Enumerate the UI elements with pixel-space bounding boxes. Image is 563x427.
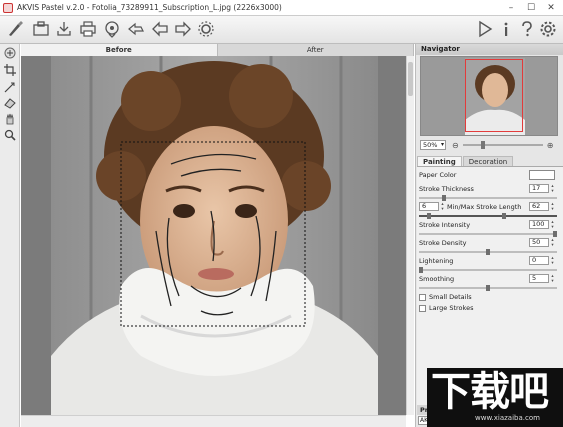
max-stroke-length-input[interactable]: 62 bbox=[529, 202, 556, 212]
small-details-label: Small Details bbox=[429, 293, 472, 301]
zoom-in-icon[interactable]: ⊕ bbox=[547, 141, 554, 150]
tab-painting[interactable]: Painting bbox=[417, 156, 462, 166]
minimize-button[interactable]: – bbox=[501, 0, 521, 16]
stroke-direction-icon[interactable] bbox=[4, 81, 16, 93]
stroke-intensity-input[interactable]: 100 bbox=[529, 220, 556, 230]
large-strokes-checkbox[interactable]: Large Strokes bbox=[419, 304, 473, 312]
lightening-input[interactable]: 0 bbox=[529, 256, 556, 266]
navigator-header: Navigator bbox=[416, 44, 563, 55]
zoom-slider-knob[interactable] bbox=[480, 141, 485, 149]
maximize-button[interactable]: ☐ bbox=[521, 0, 541, 16]
pan-icon[interactable] bbox=[4, 113, 16, 125]
settings-gear-icon[interactable] bbox=[197, 20, 215, 38]
stroke-density-slider[interactable] bbox=[419, 249, 557, 255]
undo-icon[interactable] bbox=[151, 20, 169, 38]
crop-icon[interactable] bbox=[4, 64, 16, 76]
zoom-out-icon[interactable]: ⊖ bbox=[452, 141, 459, 150]
app-logo-icon bbox=[3, 2, 13, 13]
stroke-density-knob[interactable] bbox=[486, 249, 490, 255]
tab-before[interactable]: Before bbox=[21, 44, 218, 56]
scroll-thumb[interactable] bbox=[408, 62, 413, 96]
stroke-density-input[interactable]: 50 bbox=[529, 238, 556, 248]
preferences-icon[interactable] bbox=[539, 20, 557, 38]
lightening-knob[interactable] bbox=[419, 267, 423, 273]
smoothing-slider[interactable] bbox=[419, 285, 557, 291]
large-strokes-box[interactable] bbox=[419, 304, 426, 312]
hand-icon[interactable] bbox=[4, 47, 16, 59]
paper-color-swatch[interactable] bbox=[529, 170, 555, 180]
paper-color-label: Paper Color bbox=[419, 171, 457, 179]
panel-tabs: Painting Decoration bbox=[417, 156, 563, 167]
batch-icon[interactable] bbox=[127, 20, 145, 38]
main-toolbar bbox=[0, 16, 563, 44]
stroke-intensity-slider[interactable] bbox=[419, 231, 557, 237]
print-icon[interactable] bbox=[79, 20, 97, 38]
navigator-viewport-frame[interactable] bbox=[465, 59, 523, 132]
view-tabs: Before After bbox=[21, 44, 414, 56]
info-icon[interactable] bbox=[497, 20, 515, 38]
small-details-box[interactable] bbox=[419, 293, 426, 301]
smoothing-knob[interactable] bbox=[486, 285, 490, 291]
zoom-slider[interactable] bbox=[462, 141, 543, 149]
zoom-icon[interactable] bbox=[4, 129, 16, 141]
lightening-slider[interactable] bbox=[419, 267, 557, 273]
min-stroke-length-input[interactable]: 6 bbox=[419, 202, 446, 212]
small-details-checkbox[interactable]: Small Details bbox=[419, 293, 472, 301]
window-controls: – ☐ ✕ bbox=[501, 0, 561, 16]
smoothing-label: Smoothing bbox=[419, 275, 455, 283]
tab-decoration[interactable]: Decoration bbox=[462, 156, 514, 166]
stroke-intensity-knob[interactable] bbox=[553, 231, 557, 237]
stroke-thickness-slider[interactable] bbox=[419, 195, 557, 201]
stroke-thickness-knob[interactable] bbox=[442, 195, 446, 201]
horizontal-scrollbar[interactable] bbox=[21, 415, 406, 427]
zoom-select[interactable]: 50% bbox=[420, 140, 446, 150]
help-icon[interactable] bbox=[518, 20, 536, 38]
run-icon[interactable] bbox=[476, 20, 494, 38]
stroke-density-label: Stroke Density bbox=[419, 239, 467, 247]
photo-image bbox=[51, 56, 378, 415]
lightening-label: Lightening bbox=[419, 257, 454, 265]
stroke-thickness-input[interactable]: 17 bbox=[529, 184, 556, 194]
site-watermark: 下载吧 www.xiazaiba.com bbox=[427, 368, 563, 427]
tools-sidebar bbox=[0, 44, 20, 427]
redo-icon[interactable] bbox=[174, 20, 192, 38]
smoothing-input[interactable]: 5 bbox=[529, 274, 556, 284]
tab-after[interactable]: After bbox=[218, 44, 414, 56]
open-icon[interactable] bbox=[32, 20, 50, 38]
stroke-intensity-label: Stroke Intensity bbox=[419, 221, 471, 229]
save-icon[interactable] bbox=[55, 20, 73, 38]
window-title: AKVIS Pastel v.2.0 - Fotolia_73289911_Su… bbox=[17, 3, 282, 12]
stroke-length-max-knob[interactable] bbox=[502, 213, 506, 219]
share-icon[interactable] bbox=[103, 20, 121, 38]
watermark-logo: 下载吧 bbox=[431, 369, 549, 415]
stroke-thickness-label: Stroke Thickness bbox=[419, 185, 474, 193]
close-button[interactable]: ✕ bbox=[541, 0, 561, 16]
zoom-controls: 50% ⊖ ⊕ bbox=[420, 139, 560, 151]
vertical-scrollbar[interactable] bbox=[406, 56, 414, 415]
watermark-url: www.xiazaiba.com bbox=[475, 414, 540, 422]
image-canvas[interactable] bbox=[21, 56, 406, 415]
eraser-icon[interactable] bbox=[4, 97, 16, 109]
title-bar: AKVIS Pastel v.2.0 - Fotolia_73289911_Su… bbox=[0, 0, 563, 16]
brush-logo-icon bbox=[6, 20, 24, 38]
stroke-length-label: Min/Max Stroke Length bbox=[447, 203, 522, 211]
navigator-preview[interactable] bbox=[420, 56, 558, 136]
stroke-length-min-knob[interactable] bbox=[427, 213, 431, 219]
large-strokes-label: Large Strokes bbox=[429, 304, 474, 312]
stroke-length-slider[interactable] bbox=[419, 213, 557, 219]
